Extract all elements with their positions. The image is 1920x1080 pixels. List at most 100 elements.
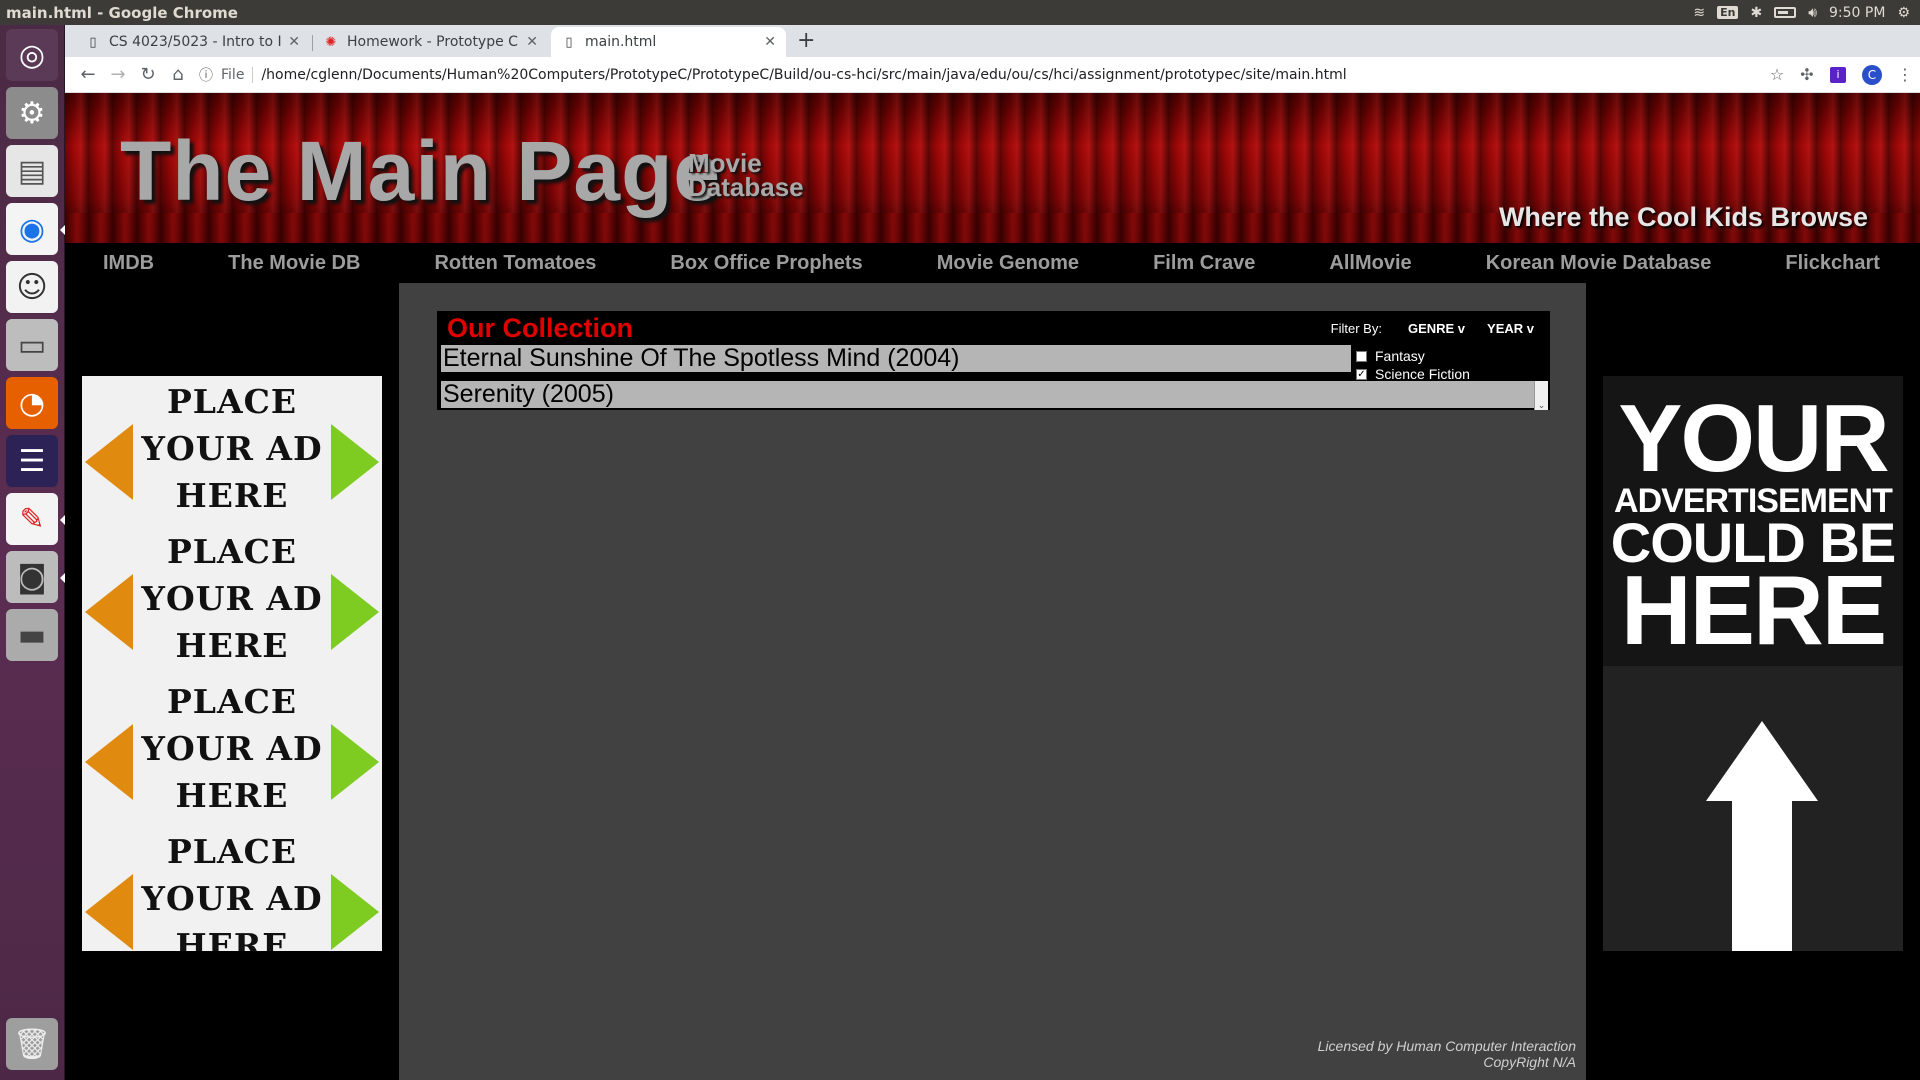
extension-icon[interactable]: ✣ xyxy=(1792,65,1822,84)
bluetooth-icon[interactable]: ✱ xyxy=(1750,5,1762,21)
camera-icon[interactable]: ◙ xyxy=(6,551,65,603)
genre-checkbox-checked[interactable]: ✓ xyxy=(1356,368,1367,380)
ad-block: PLACE YOUR AD HERE xyxy=(82,826,382,951)
ad-text: HERE xyxy=(1620,555,1887,665)
license-text: Licensed by Human Computer Interaction xyxy=(1317,1038,1576,1054)
header-banner: The Main Page Movie Database Where the C… xyxy=(65,93,1920,243)
ad-block: PLACE YOUR AD HERE xyxy=(82,676,382,826)
tab-label: Homework - Prototype C xyxy=(347,34,518,50)
chrome-icon[interactable]: ◉ xyxy=(6,203,65,255)
external-links-nav: IMDB The Movie DB Rotten Tomatoes Box Of… xyxy=(65,243,1920,283)
disk-icon[interactable]: ▬ xyxy=(6,609,58,661)
genre-option-science-fiction[interactable]: ✓ Science Fiction xyxy=(1356,365,1550,383)
app-launcher: ◎ ⚙ ▤ ◉ ☺ ▭ ◔ ☰ ✎ ◙ ▬ 🗑︎ xyxy=(0,25,65,1080)
volume-icon[interactable]: 🔊︎ xyxy=(1808,5,1817,21)
keyboard-language-indicator[interactable]: En xyxy=(1717,6,1739,19)
ad-text: YOUR xyxy=(1618,385,1889,492)
movie-row[interactable]: Eternal Sunshine Of The Spotless Mind (2… xyxy=(439,343,1353,374)
nav-link-the-movie-db[interactable]: The Movie DB xyxy=(228,252,360,275)
ad-text: PLACE YOUR AD HERE xyxy=(141,682,323,815)
nav-link-imdb[interactable]: IMDB xyxy=(103,252,154,275)
eclipse-icon[interactable]: ☰ xyxy=(6,435,58,487)
url-scheme: File xyxy=(221,66,254,83)
forward-arrow-icon[interactable]: → xyxy=(103,64,133,85)
home-icon[interactable]: ⌂ xyxy=(163,64,193,85)
genre-dropdown[interactable]: GENRE v xyxy=(1408,321,1465,336)
settings-gear-icon[interactable]: ⚙ xyxy=(1897,5,1910,21)
files-icon[interactable]: ▭ xyxy=(6,319,58,371)
bookmark-star-icon[interactable]: ☆ xyxy=(1762,65,1792,84)
tab-course[interactable]: ▯ CS 4023/5023 - Intro to Int ✕ xyxy=(75,27,313,57)
system-settings-icon[interactable]: ⚙ xyxy=(6,87,58,139)
system-tray: ≋ En ✱ 🔊︎ 9:50 PM ⚙ xyxy=(1693,5,1920,21)
close-icon[interactable]: ✕ xyxy=(288,34,300,50)
os-top-bar: main.html - Google Chrome ≋ En ✱ 🔊︎ 9:50… xyxy=(0,0,1920,25)
clock[interactable]: 9:50 PM xyxy=(1829,5,1885,21)
collection-panel: Our Collection Filter By: GENRE v YEAR v… xyxy=(437,311,1550,411)
filter-bar: Filter By: GENRE v YEAR v xyxy=(1331,321,1534,336)
reload-icon[interactable]: ↻ xyxy=(133,64,163,85)
tab-label: CS 4023/5023 - Intro to Int xyxy=(109,34,283,50)
address-bar[interactable]: ⓘ File /home/cglenn/Documents/Human%20Co… xyxy=(199,60,1752,89)
tab-main-html[interactable]: ▯ main.html ✕ xyxy=(551,27,786,57)
canvas-icon: ✺ xyxy=(325,34,337,50)
ad-block: PLACE YOUR AD HERE xyxy=(82,376,382,526)
site-title: The Main Page xyxy=(120,124,722,218)
tab-strip: ▯ CS 4023/5023 - Intro to Int ✕ ✺ Homewo… xyxy=(65,25,1920,57)
year-dropdown[interactable]: YEAR v xyxy=(1487,321,1534,336)
wifi-icon[interactable]: ≋ xyxy=(1693,5,1705,21)
genre-option-label: Science Fiction xyxy=(1375,366,1470,382)
trash-icon[interactable]: 🗑︎ xyxy=(6,1018,58,1070)
tab-homework[interactable]: ✺ Homework - Prototype C ✕ xyxy=(313,27,548,57)
info-icon[interactable]: ⓘ xyxy=(199,65,213,85)
page-viewport: The Main Page Movie Database Where the C… xyxy=(65,93,1920,1080)
genre-filter-list: Fantasy ✓ Science Fiction xyxy=(1352,345,1550,383)
list-scrollbar[interactable]: ⌄ xyxy=(1534,381,1548,411)
smiley-app-icon[interactable]: ☺ xyxy=(6,261,58,313)
genre-option-fantasy[interactable]: Fantasy xyxy=(1356,347,1550,365)
document-viewer-icon[interactable]: ✎ xyxy=(6,493,65,545)
firefox-icon[interactable]: ◔ xyxy=(6,377,58,429)
ad-block: PLACE YOUR AD HERE xyxy=(82,526,382,676)
nav-link-box-office-prophets[interactable]: Box Office Prophets xyxy=(670,252,862,275)
ad-text: PLACE YOUR AD HERE xyxy=(141,532,323,665)
nav-link-film-crave[interactable]: Film Crave xyxy=(1153,252,1255,275)
back-arrow-icon[interactable]: ← xyxy=(73,64,103,85)
ubuntu-dash-icon[interactable]: ◎ xyxy=(6,29,58,81)
footer: Licensed by Human Computer Interaction C… xyxy=(1318,1038,1576,1070)
tagline: Where the Cool Kids Browse xyxy=(1498,202,1868,232)
filter-label: Filter By: xyxy=(1330,321,1382,336)
genre-option-label: Fantasy xyxy=(1375,348,1425,364)
close-icon[interactable]: ✕ xyxy=(526,34,538,50)
nav-link-allmovie[interactable]: AllMovie xyxy=(1329,252,1411,275)
close-icon[interactable]: ✕ xyxy=(764,34,776,50)
collection-title: Our Collection xyxy=(447,313,634,343)
profile-avatar[interactable]: C xyxy=(1862,64,1882,85)
url-text[interactable]: /home/cglenn/Documents/Human%20Computers… xyxy=(261,67,1752,83)
movie-row[interactable]: Serenity (2005) xyxy=(439,379,1538,410)
page-icon: ▯ xyxy=(565,34,573,50)
up-arrow-shaft xyxy=(1732,800,1792,951)
genre-checkbox[interactable] xyxy=(1356,350,1367,362)
window-title: main.html - Google Chrome xyxy=(6,3,238,22)
right-advertisement[interactable]: YOUR ADVERTISEMENT COULD BE HERE xyxy=(1603,376,1903,951)
new-tab-button[interactable]: + xyxy=(789,27,823,57)
nav-link-flickchart[interactable]: Flickchart xyxy=(1785,252,1879,275)
nav-link-korean-movie-database[interactable]: Korean Movie Database xyxy=(1486,252,1712,275)
copyright-text: CopyRight N/A xyxy=(1483,1054,1576,1070)
main-content: Our Collection Filter By: GENRE v YEAR v… xyxy=(399,283,1586,1080)
up-arrow-icon xyxy=(1706,721,1818,801)
browser-toolbar: ← → ↻ ⌂ ⓘ File /home/cglenn/Documents/Hu… xyxy=(65,57,1920,93)
extension-badge-icon[interactable]: i xyxy=(1830,66,1846,83)
text-editor-icon[interactable]: ▤ xyxy=(6,145,58,197)
page-icon: ▯ xyxy=(89,34,97,50)
left-advertisement[interactable]: PLACE YOUR AD HERE PLACE YOUR AD HERE PLACE Y… xyxy=(82,376,382,951)
ad-text-block: YOUR ADVERTISEMENT COULD BE HERE xyxy=(1603,376,1903,666)
nav-link-rotten-tomatoes[interactable]: Rotten Tomatoes xyxy=(434,252,596,275)
menu-kebab-icon[interactable]: ⋮ xyxy=(1890,65,1920,84)
subtitle-line: Database xyxy=(688,172,804,202)
nav-link-movie-genome[interactable]: Movie Genome xyxy=(937,252,1079,275)
ad-text: PLACE YOUR AD HERE xyxy=(141,832,323,951)
tab-label: main.html xyxy=(585,34,657,50)
battery-icon[interactable] xyxy=(1774,7,1797,18)
